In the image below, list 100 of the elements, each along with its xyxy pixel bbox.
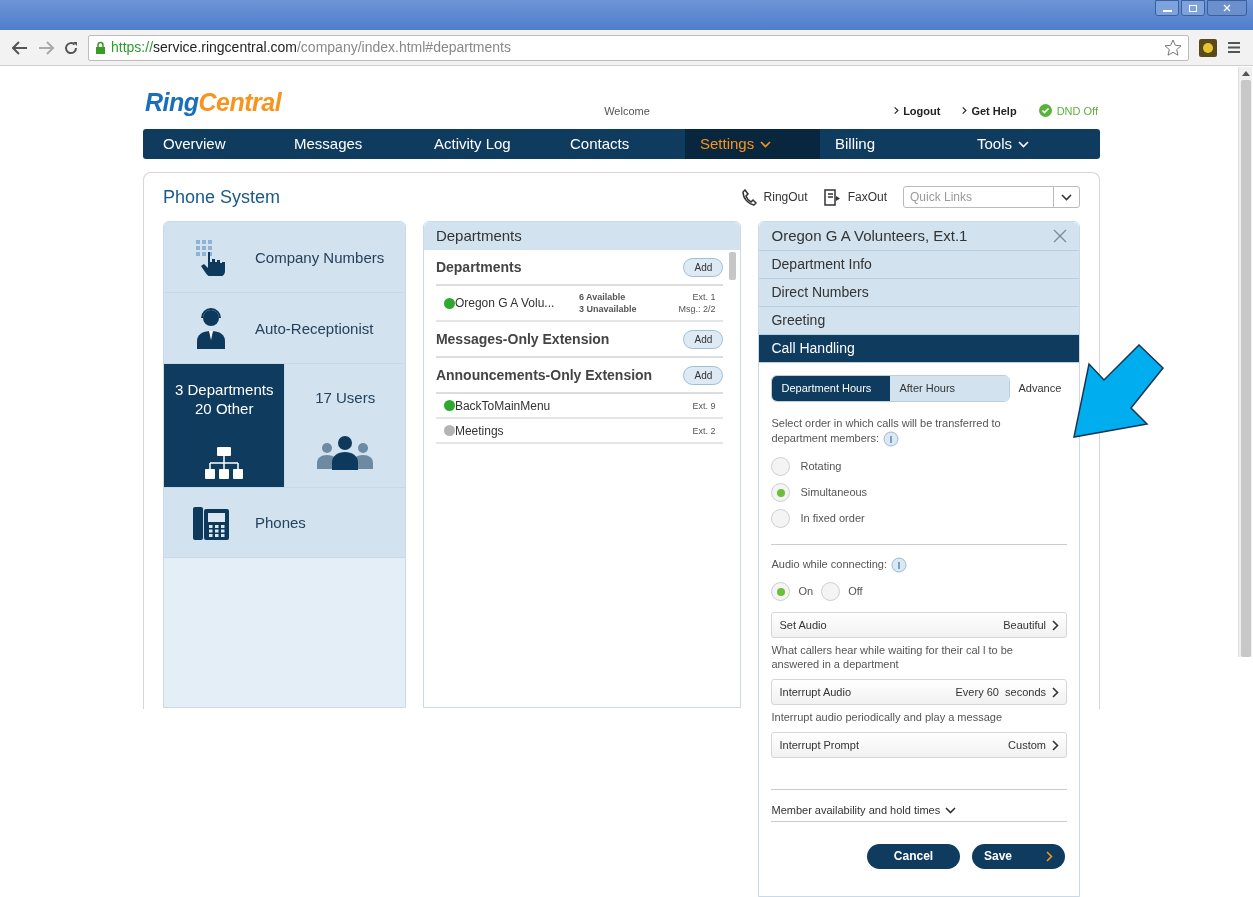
option-label: Off xyxy=(848,584,863,600)
nav-tab[interactable]: Activity Log xyxy=(414,129,550,159)
chevron-down-icon xyxy=(1061,193,1072,201)
scroll-up-icon[interactable] xyxy=(1241,70,1250,76)
desk-phone-icon xyxy=(192,504,230,541)
nav-tab[interactable]: Tools xyxy=(957,129,1100,159)
detail-title: Oregon G A Volunteers, Ext.1 xyxy=(771,225,968,246)
extension-icon[interactable] xyxy=(1199,38,1217,57)
chevron-down-icon xyxy=(760,140,772,148)
address-bar[interactable]: https://service.ringcentral.com/company/index.html#departments xyxy=(88,34,1189,61)
extension-text: Msg.: 2/2 xyxy=(678,303,716,315)
availability-text: 6 Available xyxy=(578,291,627,303)
option-label: Simultaneous xyxy=(800,485,868,501)
nav-tab[interactable]: Overview xyxy=(143,129,274,159)
detail-menu-item[interactable]: Greeting xyxy=(759,307,1079,335)
option-label: On xyxy=(798,584,814,600)
extension-row[interactable]: Oregon G A Volu... 6 Available 3 Unavailable Ext. 1 Msg.: 2/2 xyxy=(435,286,724,322)
chevron-right-icon xyxy=(1052,619,1059,631)
hours-tab[interactable]: After Hours xyxy=(890,376,1010,401)
logo[interactable]: RingCentral xyxy=(145,90,282,115)
page-scrollbar[interactable] xyxy=(1238,67,1252,657)
extension-text: Ext. 9 xyxy=(692,399,716,412)
star-icon[interactable] xyxy=(1164,38,1182,57)
forward-icon[interactable] xyxy=(38,40,54,55)
radio-button[interactable] xyxy=(771,457,791,477)
chevron-right-icon xyxy=(962,105,968,117)
chevron-right-icon xyxy=(1052,686,1059,698)
info-icon[interactable] xyxy=(883,431,900,448)
minimize-icon[interactable] xyxy=(1155,0,1179,16)
radio-button[interactable] xyxy=(771,509,791,529)
extension-name: Meetings xyxy=(454,422,505,440)
extension-name: Oregon G A Volu... xyxy=(454,295,556,312)
section-title: Messages-Only Extension xyxy=(435,329,610,349)
info-icon[interactable] xyxy=(891,557,908,574)
option-label: Rotating xyxy=(800,459,842,475)
add-button[interactable]: Add xyxy=(683,365,724,385)
section-title: Departments xyxy=(435,257,522,277)
back-icon[interactable] xyxy=(12,40,28,55)
chevron-down-icon xyxy=(945,806,957,814)
extension-name: BackToMainMenu xyxy=(454,397,552,415)
radio-button[interactable] xyxy=(771,483,791,503)
nav-tab[interactable]: Contacts xyxy=(550,129,685,159)
header-link[interactable]: Logout xyxy=(894,102,941,119)
radio-button[interactable] xyxy=(771,582,791,602)
url-text: https://service.ringcentral.com/company/index.html#departments xyxy=(111,38,511,57)
panel-header: Departments xyxy=(423,222,741,250)
nav-tab[interactable]: Settings xyxy=(685,129,820,159)
lock-icon xyxy=(95,41,106,54)
detail-menu-item[interactable]: Call Handling xyxy=(759,335,1079,363)
footer-button[interactable]: Cancel xyxy=(867,843,960,869)
action-link[interactable]: FaxOut xyxy=(823,188,887,206)
chevron-right-icon xyxy=(1052,739,1059,751)
close-icon[interactable] xyxy=(1207,0,1247,16)
extension-text: Ext. 1 xyxy=(692,291,716,303)
chevron-down-icon xyxy=(1018,140,1030,148)
hint-text: Interrupt audio periodically and play a message xyxy=(771,710,1003,725)
hours-tab[interactable]: Advance xyxy=(1018,380,1062,397)
scrollbar-thumb[interactable] xyxy=(1240,80,1251,657)
setting-row[interactable]: Interrupt Audio Every 60 seconds xyxy=(771,679,1067,706)
fax-document-icon xyxy=(823,188,841,206)
sidebar-tile[interactable]: 17 Users xyxy=(284,364,405,487)
header-link[interactable]: Get Help xyxy=(962,102,1017,119)
detail-menu-item[interactable]: Direct Numbers xyxy=(759,279,1079,307)
hours-tab[interactable]: Department Hours xyxy=(772,376,891,401)
group-users-icon xyxy=(316,435,375,471)
footer-button[interactable]: Save xyxy=(972,843,1065,869)
org-chart-icon xyxy=(204,446,245,482)
page-title: Phone System xyxy=(163,185,281,209)
expand-link[interactable]: Member availability and hold times xyxy=(771,802,1067,822)
section-title: Announcements-Only Extension xyxy=(435,365,653,385)
check-circle-icon xyxy=(1038,104,1052,118)
sidebar-tile[interactable]: Auto-Receptionist xyxy=(164,293,405,363)
restore-icon[interactable] xyxy=(1181,0,1205,16)
pointing-hand-icon xyxy=(194,238,228,276)
sidebar-tile[interactable]: 3 Departments 20 Other xyxy=(164,364,285,487)
sidebar-tile[interactable]: Phones xyxy=(164,488,405,557)
instruction-text: Select order in which calls will be transferred to department members: xyxy=(771,416,1042,448)
phone-icon xyxy=(740,188,757,206)
radio-button[interactable] xyxy=(821,582,841,602)
welcome-text: Welcome xyxy=(604,103,650,119)
detail-menu-item[interactable]: Department Info xyxy=(759,251,1079,279)
menu-icon[interactable] xyxy=(1227,41,1241,54)
add-button[interactable]: Add xyxy=(683,257,724,277)
sidebar-tile[interactable]: Company Numbers xyxy=(164,222,405,292)
extension-row[interactable]: Meetings Ext. 2 xyxy=(435,419,724,444)
chevron-right-icon xyxy=(894,105,900,117)
chevron-right-icon xyxy=(1046,850,1053,862)
audio-label: Audio while connecting: xyxy=(771,556,1067,574)
setting-row[interactable]: Set Audio Beautiful xyxy=(771,612,1067,639)
headset-person-icon xyxy=(195,307,227,349)
option-label: In fixed order xyxy=(800,511,865,527)
nav-tab[interactable]: Billing xyxy=(820,129,957,159)
availability-text: 3 Unavailable xyxy=(578,303,637,315)
close-icon[interactable] xyxy=(1053,229,1067,243)
nav-tab[interactable]: Messages xyxy=(274,129,414,159)
setting-row[interactable]: Interrupt Prompt Custom xyxy=(771,732,1067,759)
action-link[interactable]: RingOut xyxy=(740,188,808,206)
extension-row[interactable]: BackToMainMenu Ext. 9 xyxy=(435,394,724,419)
reload-icon[interactable] xyxy=(64,40,78,55)
add-button[interactable]: Add xyxy=(683,329,724,349)
